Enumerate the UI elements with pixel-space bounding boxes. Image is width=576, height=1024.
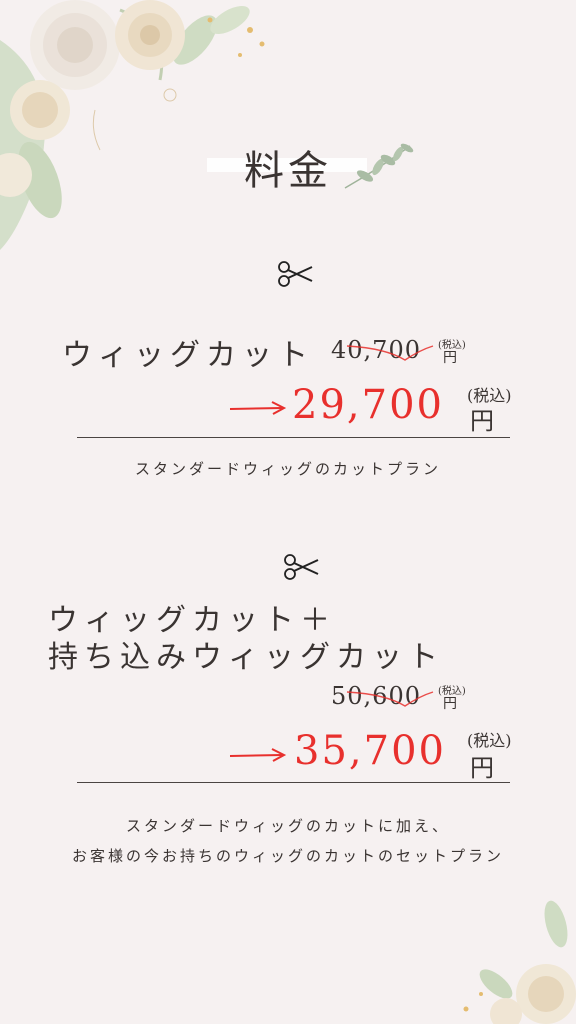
floral-corner-decoration bbox=[0, 0, 265, 250]
yen-label: 円 bbox=[443, 696, 457, 712]
floral-corner-decoration bbox=[463, 900, 576, 1024]
divider bbox=[77, 437, 510, 438]
strikethrough-mark bbox=[346, 691, 434, 707]
arrow-right-icon bbox=[229, 401, 287, 415]
page-title: 料金 bbox=[244, 148, 332, 194]
discounted-price: 29,700 bbox=[292, 382, 444, 428]
plan-description-line2: お客様の今お持ちのウィッグのカットのセットプラン bbox=[71, 847, 504, 865]
plan-description-line1: スタンダードウィッグのカットに加え、 bbox=[125, 817, 450, 835]
scissors-icon bbox=[278, 261, 313, 287]
yen-label: 円 bbox=[470, 754, 494, 782]
yen-label: 円 bbox=[470, 407, 494, 435]
plan-name: ウィッグカット bbox=[62, 338, 314, 373]
plan-description: スタンダードウィッグのカットプラン bbox=[134, 460, 441, 478]
yen-label: 円 bbox=[443, 350, 457, 366]
arrow-right-icon bbox=[229, 748, 287, 762]
discounted-price: 35,700 bbox=[294, 728, 446, 774]
divider bbox=[77, 782, 510, 783]
strikethrough-mark bbox=[346, 345, 434, 361]
plan-name-line2: 持ち込みウィッグカット bbox=[48, 640, 444, 675]
scissors-icon bbox=[284, 554, 319, 580]
leaf-sprig-icon bbox=[344, 143, 414, 189]
